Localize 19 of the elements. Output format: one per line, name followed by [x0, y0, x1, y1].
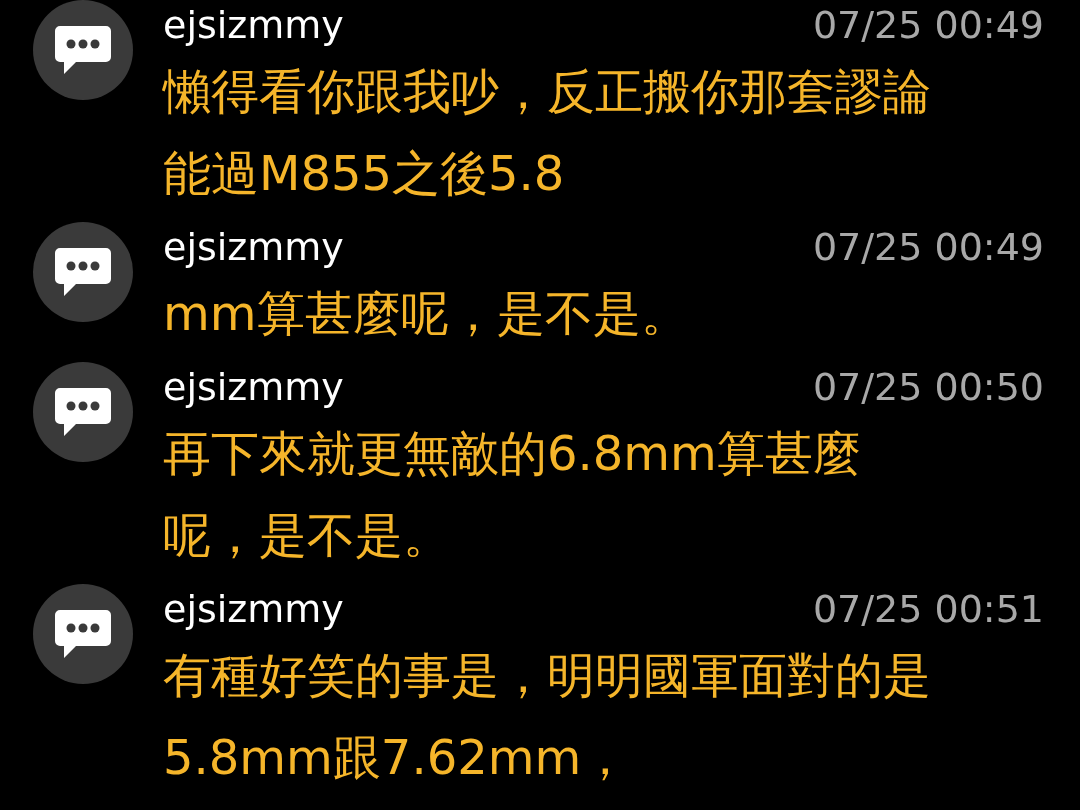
chat-bubble-icon [54, 608, 112, 660]
comment-text: mm算甚麼呢，是不是。 [163, 284, 690, 343]
timestamp: 07/25 00:50 [812, 368, 1044, 406]
timestamp: 07/25 00:49 [812, 228, 1044, 266]
username: ejsizmmy [163, 368, 344, 406]
comment-text: 呢，是不是。 [163, 506, 452, 565]
timestamp: 07/25 00:51 [812, 590, 1044, 628]
username: ejsizmmy [163, 6, 344, 44]
comment-text: 懶得看你跟我吵，反正搬你那套謬論 [163, 62, 932, 121]
chat-bubble-icon [54, 246, 112, 298]
comment-text: 再下來就更無敵的6.8mm算甚麼 [163, 424, 862, 483]
username: ejsizmmy [163, 228, 344, 266]
username: ejsizmmy [163, 590, 344, 628]
chat-bubble-icon [54, 386, 112, 438]
comment-text: 能過M855之後5.8 [163, 144, 566, 203]
timestamp: 07/25 00:49 [812, 6, 1044, 44]
chat-bubble-icon [54, 24, 112, 76]
comment-text: 5.8mm跟7.62mm， [163, 728, 631, 787]
comment-text: 有種好笑的事是，明明國軍面對的是 [163, 646, 932, 705]
